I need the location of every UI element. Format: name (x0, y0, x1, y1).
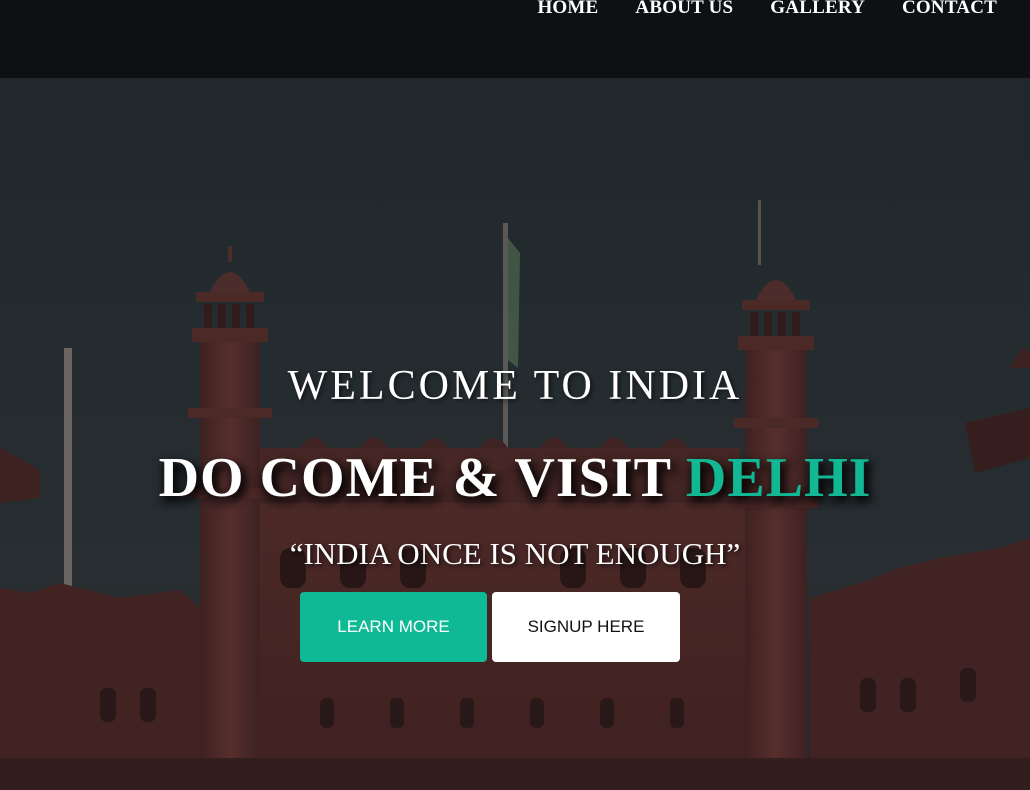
nav-item-about: ABOUT US (635, 0, 733, 19)
headline-accent-text: DELHI (685, 447, 872, 509)
hero-content: WELCOME TO INDIA DO COME & VISIT DELHI “… (0, 78, 1030, 790)
hero-headline: DO COME & VISIT DELHI (0, 446, 1030, 510)
headline-main-text: DO COME & VISIT (158, 447, 686, 509)
hero-tagline: “INDIA ONCE IS NOT ENOUGH” (289, 536, 741, 571)
nav-link-home[interactable]: HOME (537, 0, 598, 18)
top-navbar: HOME ABOUT US GALLERY CONTACT (0, 0, 1030, 78)
nav-link-gallery[interactable]: GALLERY (770, 0, 865, 18)
nav-item-gallery: GALLERY (770, 0, 865, 19)
nav-link-contact[interactable]: CONTACT (902, 0, 997, 18)
welcome-heading: WELCOME TO INDIA (287, 363, 743, 409)
nav-link-about-us[interactable]: ABOUT US (635, 0, 733, 18)
nav-item-home: HOME (537, 0, 598, 19)
signup-button[interactable]: SIGNUP HERE (492, 592, 680, 662)
nav-menu: HOME ABOUT US GALLERY CONTACT (537, 0, 997, 19)
nav-item-contact: CONTACT (902, 0, 997, 19)
hero-section: WELCOME TO INDIA DO COME & VISIT DELHI “… (0, 78, 1030, 790)
learn-more-button[interactable]: LEARN MORE (300, 592, 487, 662)
